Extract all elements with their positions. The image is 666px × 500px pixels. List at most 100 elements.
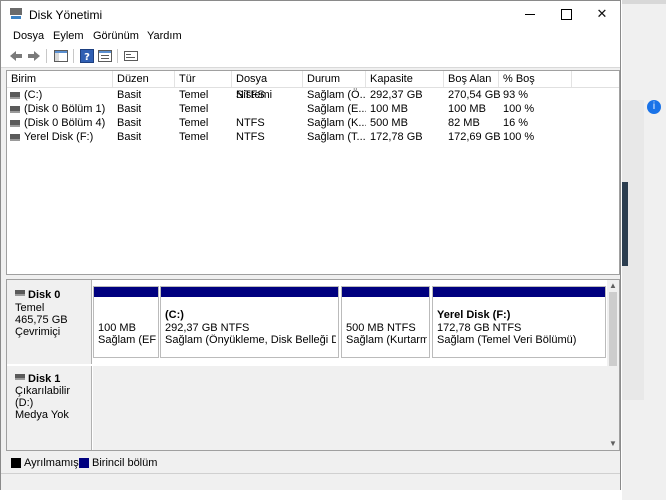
legend-primary: Birincil bölüm: [92, 457, 158, 469]
column-header-tur[interactable]: Tür: [175, 71, 232, 87]
partition-status: Sağlam (EFI: [98, 334, 156, 346]
column-header-dosya-sistemi[interactable]: Dosya Sistemi: [232, 71, 303, 101]
disk-1-name: Disk 1: [28, 373, 61, 385]
volume-name: (Disk 0 Bölüm 4): [24, 117, 106, 129]
partition-c[interactable]: (C:) 292,37 GB NTFS Sağlam (Önyükleme, D…: [160, 286, 339, 358]
title-bar[interactable]: Disk Yönetimi ✕: [1, 1, 620, 27]
disk-1-media-area: [93, 366, 607, 450]
primary-partition-bar: [94, 287, 158, 297]
back-arrow-icon[interactable]: [8, 48, 24, 64]
toolbar-separator: [117, 49, 118, 63]
column-header-yuzde-bos[interactable]: % Boş: [499, 71, 572, 87]
close-icon: ✕: [596, 6, 608, 21]
volume-filesystem: NTFS: [236, 131, 265, 143]
toolbar-separator: [73, 49, 74, 63]
column-header-kapasite[interactable]: Kapasite: [366, 71, 444, 87]
volume-free-percent: 16 %: [503, 117, 529, 129]
svg-text:?: ?: [84, 52, 90, 63]
volume-layout: Basit: [117, 131, 142, 143]
volume-list[interactable]: Birim Düzen Tür Dosya Sistemi Durum Kapa…: [6, 70, 620, 275]
volume-layout: Basit: [117, 117, 142, 129]
disk-0-type: Temel: [15, 302, 45, 314]
partition-size: 292,37 GB NTFS: [165, 322, 250, 334]
volume-capacity: 172,78 GB: [370, 131, 423, 143]
column-header-bos-alan[interactable]: Boş Alan: [444, 71, 499, 87]
partition-status: Sağlam (Temel Veri Bölümü): [437, 334, 577, 346]
disk-1-info[interactable]: Disk 1 Çıkarılabilir (D:) Medya Yok: [7, 366, 92, 450]
volume-row[interactable]: (Disk 0 Bölüm 4) Basit Temel NTFS Sağlam…: [7, 116, 619, 130]
volume-filesystem: NTFS: [236, 89, 265, 101]
legend-unallocated: Ayrılmamış: [24, 457, 79, 469]
disk-1-type: Çıkarılabilir (D:): [15, 385, 71, 409]
column-header-birim[interactable]: Birim: [7, 71, 113, 87]
disk-0-info[interactable]: Disk 0 Temel 465,75 GB Çevrimiçi: [7, 280, 92, 364]
volume-type: Temel: [179, 131, 209, 143]
maximize-button[interactable]: [548, 1, 584, 27]
vertical-scrollbar[interactable]: ▲ ▼: [607, 280, 619, 450]
status-bar: [1, 473, 620, 490]
disk-view-icon[interactable]: [123, 48, 139, 64]
help-icon[interactable]: ?: [79, 48, 95, 64]
volume-row[interactable]: (Disk 0 Bölüm 1) Basit Temel Sağlam (E..…: [7, 102, 619, 116]
volume-row[interactable]: Yerel Disk (F:) Basit Temel NTFS Sağlam …: [7, 130, 619, 144]
volume-capacity: 500 MB: [370, 117, 408, 129]
disk-1-status: Medya Yok: [15, 409, 69, 421]
disk-icon: [15, 374, 25, 380]
menu-yardim[interactable]: Yardım: [147, 30, 182, 42]
volume-layout: Basit: [117, 89, 142, 101]
volume-status: Sağlam (E...: [307, 103, 366, 115]
volume-row[interactable]: (C:) Basit Temel NTFS Sağlam (Ö... 292,3…: [7, 88, 619, 102]
disk-0-size: 465,75 GB: [15, 314, 68, 326]
maximize-icon: [561, 9, 572, 20]
volume-free-space: 100 MB: [448, 103, 486, 115]
legend: Ayrılmamış Birincil bölüm: [6, 453, 620, 473]
partition-size: 100 MB: [98, 322, 136, 334]
menu-bar: Dosya Eylem Görünüm Yardım: [1, 27, 620, 45]
partition-title: (C:): [165, 309, 184, 321]
volume-icon: [10, 92, 20, 99]
minimize-button[interactable]: [512, 1, 548, 27]
disk-0-name: Disk 0: [28, 289, 61, 301]
disk-graphical-view[interactable]: Disk 0 Temel 465,75 GB Çevrimiçi 100 MB …: [6, 279, 620, 451]
menu-eylem[interactable]: Eylem: [53, 30, 84, 42]
volume-layout: Basit: [117, 103, 142, 115]
volume-icon: [10, 134, 20, 141]
console-tree-icon[interactable]: [53, 48, 69, 64]
disk-management-app-icon: [10, 8, 22, 19]
volume-free-percent: 100 %: [503, 131, 535, 143]
info-icon: i: [647, 100, 661, 114]
partition-efi[interactable]: 100 MB Sağlam (EFI: [93, 286, 159, 358]
menu-gorunum[interactable]: Görünüm: [93, 30, 139, 42]
scroll-down-icon[interactable]: ▼: [609, 439, 617, 448]
volume-name: (Disk 0 Bölüm 1): [24, 103, 106, 115]
volume-icon: [10, 106, 20, 113]
column-header-duzen[interactable]: Düzen: [113, 71, 175, 87]
volume-type: Temel: [179, 89, 209, 101]
primary-partition-bar: [342, 287, 429, 297]
volume-icon: [10, 120, 20, 127]
close-button[interactable]: ✕: [584, 1, 620, 27]
partition-title: Yerel Disk (F:): [437, 309, 511, 321]
partition-status: Sağlam (Önyükleme, Disk Belleği Dosya: [165, 334, 336, 346]
partition-f[interactable]: Yerel Disk (F:) 172,78 GB NTFS Sağlam (T…: [432, 286, 606, 358]
partition-size: 172,78 GB NTFS: [437, 322, 522, 334]
volume-name: (C:): [24, 89, 43, 101]
menu-dosya[interactable]: Dosya: [13, 30, 44, 42]
volume-status: Sağlam (T...: [307, 131, 366, 143]
properties-icon[interactable]: [97, 48, 113, 64]
partition-status: Sağlam (Kurtarma: [346, 334, 427, 346]
minimize-icon: [525, 14, 535, 15]
volume-capacity: 292,37 GB: [370, 89, 423, 101]
scrollbar-thumb[interactable]: [609, 292, 617, 366]
volume-status: Sağlam (K...: [307, 117, 366, 129]
disk-0-status: Çevrimiçi: [15, 326, 61, 338]
partition-recovery[interactable]: 500 MB NTFS Sağlam (Kurtarma: [341, 286, 430, 358]
disk-management-window: Disk Yönetimi ✕ Dosya Eylem Görünüm Yard…: [0, 0, 621, 490]
primary-partition-bar: [433, 287, 605, 297]
scroll-up-icon[interactable]: ▲: [609, 281, 617, 290]
forward-arrow-icon[interactable]: [26, 48, 42, 64]
column-header-durum[interactable]: Durum: [303, 71, 366, 87]
volume-status: Sağlam (Ö...: [307, 89, 366, 101]
partition-size: 500 MB NTFS: [346, 322, 416, 334]
toolbar-separator: [46, 49, 47, 63]
